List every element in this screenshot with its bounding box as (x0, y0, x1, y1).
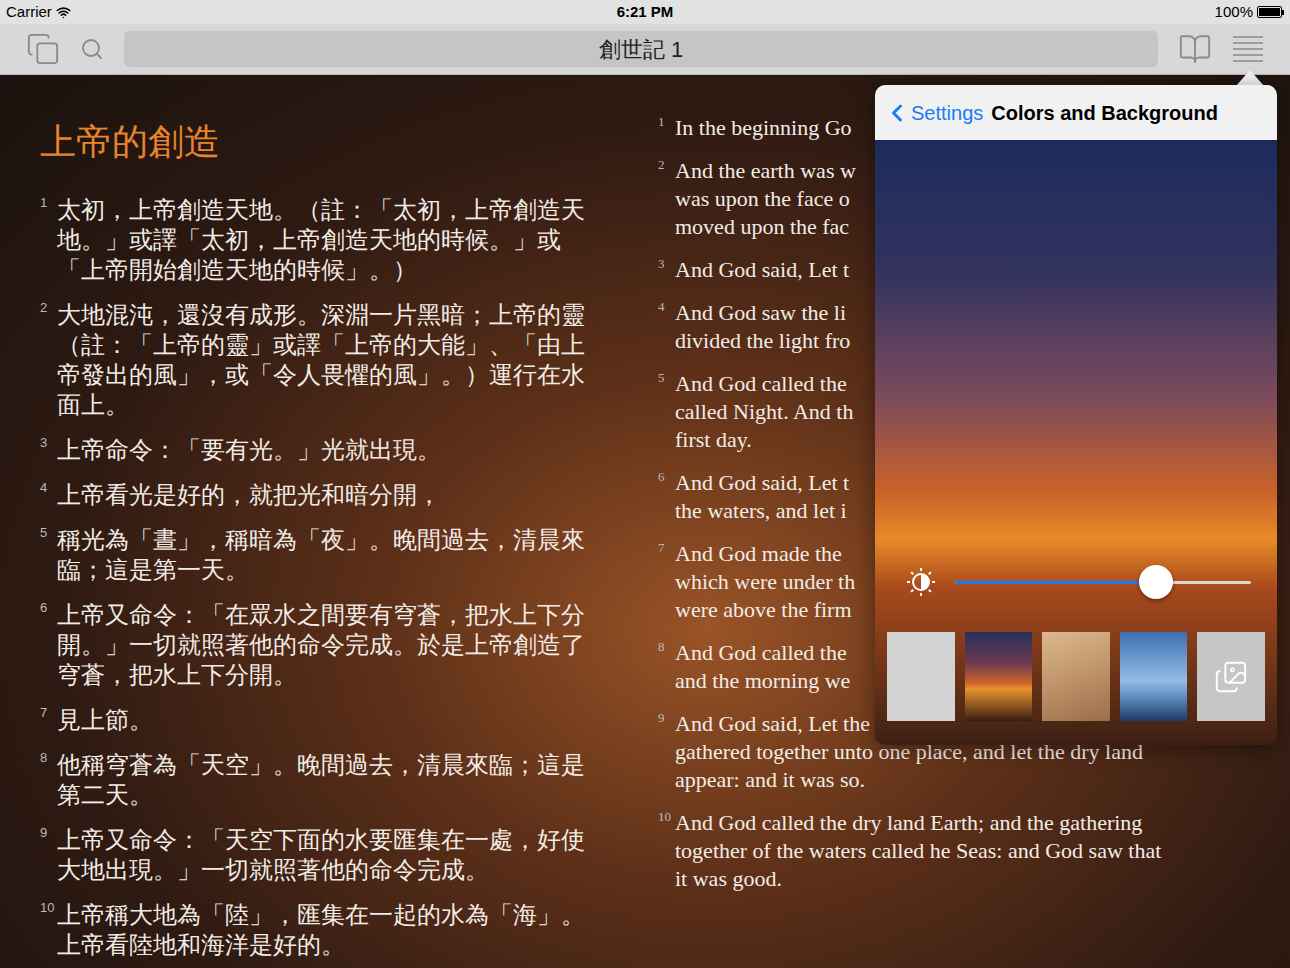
chinese-column: 上帝的創造 1太初，上帝創造天地。（註：「太初，上帝創造天地。」或譯「太初，上帝創… (0, 75, 658, 968)
chinese-verse: 1太初，上帝創造天地。（註：「太初，上帝創造天地。」或譯「太初，上帝創造天地的時… (40, 195, 658, 285)
chapter-heading: 上帝的創造 (40, 121, 658, 163)
chinese-verse: 3上帝命令：「要有光。」光就出現。 (40, 435, 658, 465)
background-thumbnail[interactable] (887, 632, 955, 721)
background-thumbnail[interactable] (1120, 632, 1188, 721)
search-icon[interactable] (80, 37, 104, 61)
brightness-row (887, 564, 1265, 600)
chinese-verse: 9上帝又命令：「天空下面的水要匯集在一處，好使大地出現。」一切就照著他的命令完成… (40, 825, 658, 885)
status-bar: Carrier 6:21 PM 100% (0, 0, 1290, 24)
chinese-verse: 6上帝又命令：「在眾水之間要有穹蒼，把水上下分開。」一切就照著他的命令完成。於是… (40, 600, 658, 690)
photos-icon (1214, 660, 1248, 694)
background-thumbnails (887, 632, 1265, 721)
chinese-verse: 2大地混沌，還沒有成形。深淵一片黑暗；上帝的靈（註：「上帝的靈」或譯「上帝的大能… (40, 300, 658, 420)
pages-icon[interactable] (26, 32, 60, 66)
background-thumbnail[interactable] (1042, 632, 1110, 721)
chinese-verse: 4上帝看光是好的，就把光和暗分開， (40, 480, 658, 510)
carrier-label: Carrier (6, 1, 52, 24)
photo-picker-button[interactable] (1197, 632, 1265, 721)
slider-thumb[interactable] (1139, 565, 1173, 599)
background-thumbnail[interactable] (965, 632, 1033, 721)
brightness-icon (903, 564, 939, 600)
settings-popover: Settings Colors and Background (875, 85, 1277, 745)
book-icon[interactable] (1178, 32, 1212, 66)
chevron-left-icon (883, 99, 911, 127)
wifi-icon (56, 5, 71, 20)
battery-label: 100% (1215, 1, 1253, 24)
toolbar: 創世記 1 (0, 24, 1290, 75)
english-verse: 10And God called the dry land Earth; and… (658, 809, 1290, 893)
title-field[interactable]: 創世記 1 (124, 31, 1158, 67)
battery-icon (1257, 6, 1284, 18)
chinese-verse: 10上帝稱大地為「陸」，匯集在一起的水為「海」。上帝看陸地和海洋是好的。 (40, 900, 658, 960)
chinese-verse: 8他稱穹蒼為「天空」。晚間過去，清晨來臨；這是第二天。 (40, 750, 658, 810)
background-preview (875, 140, 1277, 745)
back-button[interactable]: Settings (883, 98, 983, 128)
chinese-verse: 7見上節。 (40, 705, 658, 735)
list-icon[interactable] (1232, 34, 1264, 64)
brightness-slider[interactable] (955, 581, 1251, 584)
clock: 6:21 PM (617, 1, 674, 24)
popover-title: Colors and Background (991, 98, 1218, 128)
popover-arrow (1236, 70, 1264, 86)
popover-header: Settings Colors and Background (875, 85, 1277, 140)
app-screen: Carrier 6:21 PM 100% 創世記 1 上帝的創造 1太初，上帝創造天地。（… (0, 0, 1290, 968)
chinese-verse: 5稱光為「晝」，稱暗為「夜」。晚間過去，清晨來臨；這是第一天。 (40, 525, 658, 585)
